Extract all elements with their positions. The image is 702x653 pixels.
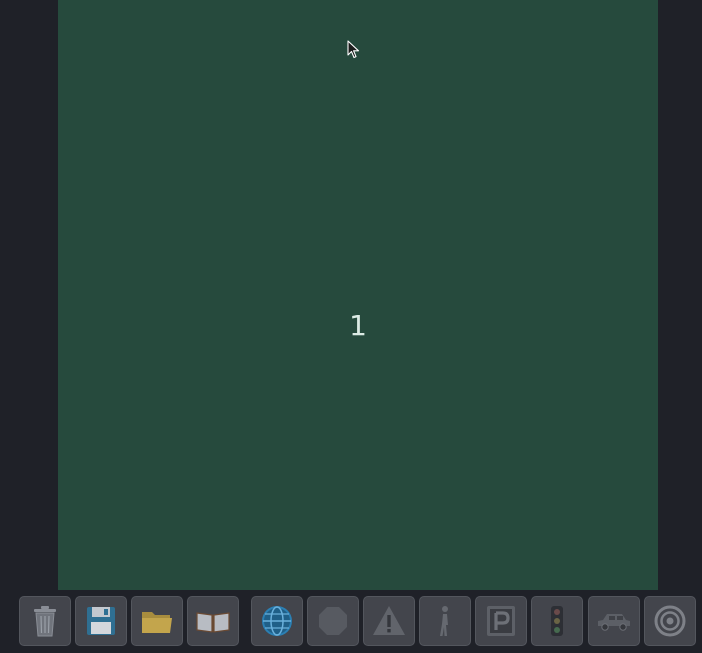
pedestrian-button[interactable] (419, 596, 471, 646)
globe-icon (262, 606, 292, 636)
warning-button[interactable] (363, 596, 415, 646)
app-window: 1 (0, 0, 702, 653)
globe-button[interactable] (251, 596, 303, 646)
bottom-toolbar (0, 590, 702, 653)
open-folder-button[interactable] (131, 596, 183, 646)
trash-icon (34, 606, 56, 637)
canvas-area[interactable]: 1 (58, 0, 658, 590)
traffic-light-button[interactable] (531, 596, 583, 646)
parking-sign-icon (487, 606, 515, 636)
target-button[interactable] (644, 596, 696, 646)
pedestrian-icon (440, 606, 448, 636)
open-book-icon (196, 612, 230, 633)
octagon-stop-icon (319, 607, 347, 635)
mouse-cursor-icon (347, 40, 360, 59)
warning-triangle-icon (373, 606, 405, 635)
car-icon (598, 614, 630, 631)
save-button[interactable] (75, 596, 127, 646)
book-button[interactable] (187, 596, 239, 646)
stop-sign-button[interactable] (307, 596, 359, 646)
parking-button[interactable] (475, 596, 527, 646)
car-button[interactable] (588, 596, 640, 646)
traffic-light-icon (551, 606, 563, 636)
target-icon (654, 605, 686, 637)
folder-icon (142, 612, 172, 633)
stage-value-label: 1 (349, 309, 367, 342)
trash-button[interactable] (19, 596, 71, 646)
floppy-disk-icon (87, 607, 115, 635)
